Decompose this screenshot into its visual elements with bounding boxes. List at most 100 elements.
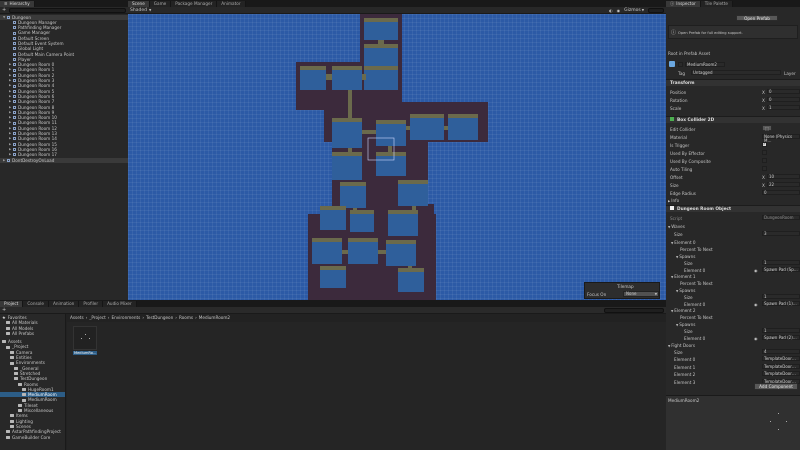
asset-tile[interactable]: MediumRo… [73,326,97,358]
tab-package-manager[interactable]: Package Manager [171,1,218,7]
wave-element-foldout[interactable]: ▼ Element 2 [671,308,696,313]
gameobject-icon [13,121,16,125]
folder-icon [22,398,26,402]
gameobject-icon [13,95,16,99]
project-folder[interactable]: GameBuilder Core [0,435,65,440]
spawns-foldout[interactable]: ▼ Spawns [676,254,695,259]
gameobject-icon [13,79,16,83]
gameobject-icon [13,100,16,104]
spawns-size-field[interactable]: 1 [762,328,800,333]
add-icon[interactable]: + [2,307,6,313]
info-foldout[interactable]: ▶ Info [668,198,679,203]
star-icon: ★ [2,315,6,320]
spawn-pad-field[interactable]: Spawn Pad (1)… [762,301,800,306]
room-wall [376,152,406,156]
scale-x-field[interactable]: 1 [767,105,800,110]
position-x-field[interactable]: 0 [767,89,800,94]
add-icon[interactable]: + [2,7,6,13]
wave-element-foldout[interactable]: ▼ Element 0 [671,240,696,245]
tab-profiler[interactable]: Profiler [79,301,104,307]
fight-doors-foldout[interactable]: ▼ Fight Doors [668,343,695,348]
fight-doors-size-field[interactable]: 4 [762,349,800,354]
edge-radius-field[interactable]: 0 [762,190,800,195]
percent-to-next-label: Percent To Next [680,315,713,320]
visibility-icon[interactable]: ◉ [617,8,621,13]
breadcrumb-item[interactable]: TestDungeon [146,315,173,320]
spawn-element-label: Element 0 [684,268,706,273]
scene-search-input[interactable] [648,7,664,13]
folder-icon [6,321,10,325]
wave-element-foldout[interactable]: ▼ Element 1 [671,274,696,279]
room-wall [332,66,362,70]
spawns-foldout[interactable]: ▼ Spawns [676,322,695,327]
tab-console[interactable]: Console [23,301,49,307]
breadcrumb-item[interactable]: Assets [70,315,84,320]
tab-animation[interactable]: Animation [48,301,80,307]
fight-door-label: Element 2 [674,372,696,377]
gameobject-icon [13,58,16,62]
open-prefab-button[interactable]: Open Prefab [736,15,778,21]
hierarchy-search-input[interactable] [9,7,126,13]
object-picker-icon[interactable]: ◉ [754,336,758,341]
shading-mode-dropdown[interactable]: Shaded ▼ [130,8,151,13]
box-collider-header[interactable]: Box Collider 2D [666,116,800,123]
room-wall [300,66,326,70]
breadcrumb-item[interactable]: Rooms [179,315,193,320]
collider-check-icon [670,117,674,121]
preview-dot [786,421,787,422]
add-component-button[interactable]: Add Component [754,383,798,390]
tab-scene[interactable]: Scene [128,1,150,7]
used-by-composite-checkbox[interactable] [762,158,767,163]
auto-tiling-checkbox[interactable] [762,166,767,171]
tab-game[interactable]: Game [149,1,172,7]
folder-icon [10,361,14,365]
waves-size-field[interactable]: 3 [762,231,800,236]
tilemap-overlay: Tilemap Focus On None ▼ [584,282,660,299]
edit-collider-button[interactable]: ⬚ [762,125,772,131]
spawn-pad-field[interactable]: Spawn Pad (2)… [762,335,800,340]
breadcrumb-separator-icon: › [85,315,88,320]
gameobject-icon [13,137,16,141]
spawn-pad-field[interactable]: Spawn Pad (Sp… [762,267,800,272]
spawns-foldout[interactable]: ▼ Spawns [676,288,695,293]
hierarchy-list: ▼ Dungeon Dungeon Manager Pathfinding Man… [0,14,128,163]
object-picker-icon[interactable]: ◉ [754,268,758,273]
tab-animator[interactable]: Animator [217,1,246,7]
object-picker-icon[interactable]: ◉ [754,302,758,307]
breadcrumb-item[interactable]: _Project [89,315,105,320]
spawns-size-field[interactable]: 1 [762,260,800,265]
dungeon-room-header[interactable]: Dungeon Room Object [666,205,800,212]
dungeon-map[interactable] [128,14,666,300]
effects-icon[interactable]: ◐ [609,8,613,13]
is-trigger-checkbox[interactable]: ✓ [762,141,767,147]
waves-size-label: Size [674,232,683,237]
active-checkbox[interactable] [678,62,683,67]
hierarchy-dont-destroy-on-load[interactable]: ▶ DontDestroyOnLoad [0,157,128,163]
prefab-info-box: ⓘ Open Prefab for full editing support. [668,25,798,39]
used-by-effector-checkbox[interactable] [762,150,767,155]
object-name-field[interactable]: MediumRoom2 [685,62,725,67]
breadcrumb-item[interactable]: MediumRoom2 [199,315,230,320]
fight-door-field[interactable]: TemplateDoor… [762,356,800,361]
fight-door-field[interactable]: TemplateDoor… [762,363,800,369]
material-field[interactable]: None (Physics M… [762,134,800,143]
folder-icon [22,393,26,397]
transform-header[interactable]: Transform [666,79,800,86]
spawns-size-field[interactable]: 1 [762,294,800,299]
tag-dropdown[interactable]: Untagged [691,70,781,75]
folder-icon [18,382,22,386]
inspector-panel: ⓘ Inspector Tile Palette Open Prefab ⓘ Op… [666,0,800,450]
waves-foldout[interactable]: ▼ Waves [668,224,685,229]
folder-icon [10,350,14,354]
offset-x-field[interactable]: 10 [767,174,800,179]
project-search-input[interactable] [604,307,664,313]
gizmos-dropdown[interactable]: Gizmos ▼ [624,8,644,13]
breadcrumb-item[interactable]: Environments [111,315,140,320]
size-x-field[interactable]: 22 [767,182,800,187]
spawns-size-label: Size [684,329,693,334]
spawns-size-label: Size [684,261,693,266]
tab-audio-mixer[interactable]: Audio Mixer [103,301,137,307]
focus-on-dropdown[interactable]: None ▼ [623,291,659,297]
fight-door-field[interactable]: TemplateDoor… [762,371,800,376]
rotation-x-field[interactable]: 0 [767,97,800,102]
